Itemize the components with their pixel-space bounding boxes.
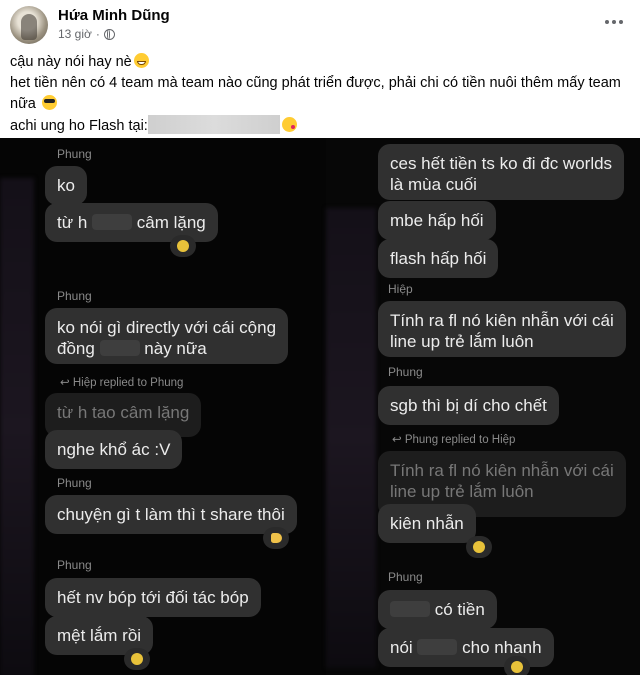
chat-bubble: sgb thì bị dí cho chết: [378, 386, 559, 425]
reaction-icon[interactable]: [124, 648, 150, 670]
reply-label: ↩ Hiệp replied to Phung: [60, 377, 184, 389]
reaction-icon[interactable]: [466, 536, 492, 558]
post-text: cậu này nói hay nè het tiền nên có 4 tea…: [10, 52, 630, 137]
post-meta: 13 giờ ·: [58, 27, 115, 41]
chat-bubble: Tính ra fl nó kiên nhẫn với cái line up t…: [378, 301, 626, 357]
chat-bubble: flash hấp hối: [378, 239, 499, 278]
chat-panel-left: Phung ko từ h câm lặng Phung ko nói gì d…: [0, 138, 328, 675]
reply-label: ↩ Phung replied to Hiệp: [392, 434, 516, 446]
blurred-edge: [0, 178, 34, 675]
thumbs-up-reaction-icon[interactable]: [263, 527, 289, 549]
reaction-icon[interactable]: [170, 235, 196, 257]
redacted-word: [99, 340, 140, 356]
post-line-2: het tiền nên có 4 team mà team nào cũng …: [10, 75, 621, 91]
redacted-word: [390, 601, 430, 617]
blurred-edge: [326, 208, 376, 668]
chat-bubble: hết nv bóp tới đối tác bóp: [45, 578, 261, 617]
post-line-3: nữa: [10, 96, 36, 112]
post-line-4: achi ung ho Flash tại:: [10, 118, 148, 134]
grin-emoji: [133, 53, 149, 68]
sender-label: Hiệp: [388, 282, 413, 296]
author-name[interactable]: Hứa Minh Dũng: [58, 7, 170, 24]
post-header: Hứa Minh Dũng 13 giờ ·: [0, 0, 640, 50]
chat-bubble: kiên nhẫn: [378, 504, 476, 543]
post-time[interactable]: 13 giờ: [58, 27, 92, 41]
chat-bubble: ko: [45, 166, 87, 205]
chat-bubble: mbe hấp hối: [378, 201, 496, 240]
chat-bubble: từ h câm lặng: [45, 203, 218, 242]
sunglasses-emoji: [41, 95, 57, 110]
more-options-icon[interactable]: [602, 12, 626, 32]
reaction-icon[interactable]: [504, 656, 530, 675]
author-avatar[interactable]: [10, 6, 48, 44]
chat-bubble: ces hết tiền ts ko đi đc worlds là mùa cu…: [378, 144, 625, 200]
redacted-word: [417, 639, 458, 655]
sender-label: Phung: [388, 570, 423, 584]
chat-screenshot: Phung ko từ h câm lặng Phung ko nói gì d…: [0, 138, 640, 675]
chat-bubble: chuyện gì t làm thì t share thôi: [45, 495, 297, 534]
sender-label: Phung: [57, 289, 92, 303]
chat-bubble: có tiền: [378, 590, 497, 629]
sender-label: Phung: [57, 147, 92, 161]
chat-bubble: nghe khổ ác :V: [45, 430, 183, 469]
redacted-block: [147, 115, 280, 134]
globe-icon[interactable]: [103, 28, 115, 40]
post-line-1: cậu này nói hay nè: [10, 54, 132, 70]
sender-label: Phung: [57, 558, 92, 572]
redacted-word: [92, 214, 133, 230]
sender-label: Phung: [388, 365, 423, 379]
chat-panel-right: ces hết tiền ts ko đi đc worlds là mùa cu…: [326, 138, 640, 675]
kiss-emoji: [281, 117, 297, 132]
chat-bubble: ko nói gì directly với cái cộng đồng này …: [45, 308, 289, 364]
sender-label: Phung: [57, 476, 92, 490]
